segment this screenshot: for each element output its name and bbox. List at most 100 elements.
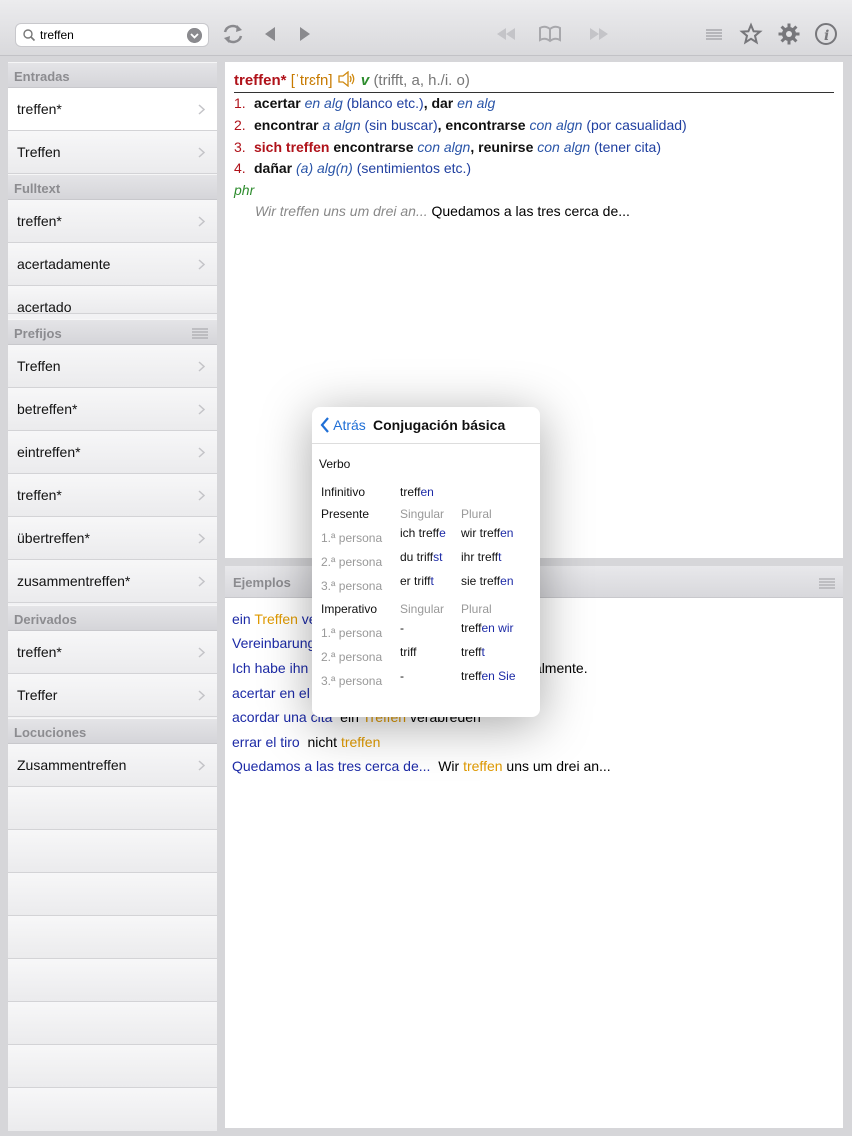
definition-text: con algn bbox=[529, 117, 583, 133]
conj-form: - bbox=[400, 669, 404, 683]
definition: 2. encontrar a algn (sin buscar), encontr… bbox=[234, 117, 687, 133]
singular-header: Singular bbox=[400, 507, 445, 521]
sidebar-item-derivado[interactable]: treffen* bbox=[8, 631, 217, 674]
search-input[interactable]: treffen bbox=[40, 28, 74, 42]
example-text: acertar en el bbox=[232, 685, 310, 701]
definition-text: con algn bbox=[417, 139, 471, 155]
info-icon[interactable]: i bbox=[814, 22, 838, 46]
section-header-fulltext: Fulltext bbox=[8, 174, 217, 200]
next-entry-icon[interactable] bbox=[587, 22, 611, 46]
conj-form: sie treffen bbox=[461, 574, 514, 588]
sidebar-item-prefijo[interactable]: betreffen* bbox=[8, 388, 217, 431]
singular-header: Singular bbox=[400, 602, 445, 616]
sidebar-item-fulltext[interactable]: treffen* bbox=[8, 200, 217, 243]
headword: treffen* bbox=[234, 72, 287, 89]
definition-text: (por casualidad) bbox=[586, 117, 687, 133]
menu-lines-icon[interactable] bbox=[192, 327, 208, 339]
popover-title: Conjugación básica bbox=[373, 417, 506, 433]
sidebar-item-fulltext[interactable]: acertado bbox=[8, 286, 217, 314]
sidebar-item-prefijo[interactable]: übertreffen* bbox=[8, 517, 217, 560]
chevron-right-icon bbox=[198, 104, 205, 115]
chevron-left-icon bbox=[320, 417, 329, 433]
part-of-speech: v bbox=[360, 72, 370, 89]
back-arrow-icon[interactable] bbox=[258, 22, 282, 46]
example-text: Quedamos a las tres cerca de... bbox=[232, 758, 431, 774]
verbo-label: Verbo bbox=[319, 457, 351, 471]
entry-header: treffen* [ˈtrɛfn] v (trifft, a, h./i. o) bbox=[234, 70, 834, 93]
menu-lines-icon[interactable] bbox=[819, 577, 835, 589]
toolbar: treffen i bbox=[0, 0, 852, 56]
definition-text: (blanco etc.) bbox=[346, 95, 424, 111]
popover-header: Atrás Conjugación básica bbox=[312, 407, 540, 444]
example-text: uns um drei an... bbox=[502, 758, 611, 774]
plural-header: Plural bbox=[461, 507, 492, 521]
search-field[interactable]: treffen bbox=[15, 23, 209, 47]
conj-form: er trifft bbox=[400, 574, 434, 588]
gear-icon[interactable] bbox=[777, 22, 801, 46]
chevron-right-icon bbox=[198, 361, 205, 372]
section-header-locuciones: Locuciones bbox=[8, 718, 217, 744]
definition-text: en alg bbox=[457, 95, 496, 111]
person-label: 2.ª persona bbox=[321, 555, 383, 569]
sidebar-item-prefijo[interactable]: Treffen bbox=[8, 345, 217, 388]
chevron-right-icon bbox=[198, 760, 205, 771]
definition-text: sich treffen bbox=[254, 139, 330, 155]
person-label: 1.ª persona bbox=[321, 626, 383, 640]
empty-row bbox=[8, 1045, 217, 1088]
sidebar-item-fulltext[interactable]: acertadamente bbox=[8, 243, 217, 286]
definition-text: encontrar bbox=[254, 117, 319, 133]
conj-form: triff bbox=[400, 645, 417, 659]
history-dropdown-icon[interactable] bbox=[187, 28, 202, 43]
star-icon[interactable] bbox=[739, 22, 763, 46]
sidebar-item-prefijo[interactable]: treffen* bbox=[8, 474, 217, 517]
definition-number: 4. bbox=[234, 160, 246, 176]
definition-text: encontrarse bbox=[333, 139, 414, 155]
example-line[interactable]: ein Treffen ve bbox=[232, 611, 317, 627]
sidebar-item-prefijo[interactable]: eintreffen* bbox=[8, 431, 217, 474]
person-label: 3.ª persona bbox=[321, 674, 383, 688]
previous-entry-icon[interactable] bbox=[494, 22, 518, 46]
chevron-right-icon bbox=[198, 447, 205, 458]
back-button[interactable]: Atrás bbox=[320, 417, 366, 433]
sidebar-item-derivado[interactable]: Treffer bbox=[8, 674, 217, 717]
phrase-label: phr bbox=[234, 182, 255, 198]
speaker-icon[interactable] bbox=[337, 70, 357, 88]
chevron-right-icon bbox=[198, 216, 205, 227]
definition-text: a algn bbox=[322, 117, 361, 133]
sidebar-item-entry[interactable]: treffen* bbox=[8, 88, 217, 131]
book-icon[interactable] bbox=[538, 22, 562, 46]
example-line[interactable]: Quedamos a las tres cerca de... Wir tref… bbox=[232, 758, 611, 774]
conj-form: ihr trefft bbox=[461, 550, 502, 564]
sidebar-item-locucion[interactable]: Zusammentreffen bbox=[8, 744, 217, 787]
section-header-derivados: Derivados bbox=[8, 605, 217, 631]
definition: 3. sich treffen encontrarse con algn, reu… bbox=[234, 139, 661, 155]
empty-row bbox=[8, 1088, 217, 1131]
example-text: treffen bbox=[463, 758, 503, 774]
definition-text: en alg bbox=[304, 95, 343, 111]
example-text: Vereinbarung bbox=[232, 635, 316, 651]
search-icon bbox=[23, 29, 36, 42]
presente-label: Presente bbox=[321, 507, 370, 521]
person-label: 3.ª persona bbox=[321, 579, 383, 593]
definition-text: , dar bbox=[423, 95, 454, 111]
list-icon[interactable] bbox=[702, 22, 726, 46]
forward-arrow-icon[interactable] bbox=[293, 22, 317, 46]
sync-icon[interactable] bbox=[221, 22, 245, 46]
sidebar-item-prefijo[interactable]: zusammentreffen* bbox=[8, 560, 217, 603]
definition-number: 3. bbox=[234, 139, 246, 155]
example-line[interactable]: Vereinbarung bbox=[232, 635, 315, 651]
chevron-right-icon bbox=[198, 576, 205, 587]
pronunciation: [ˈtrɛfn] bbox=[290, 72, 333, 89]
definition-text: dañar bbox=[254, 160, 293, 176]
chevron-right-icon bbox=[198, 647, 205, 658]
definition-number: 2. bbox=[234, 117, 246, 133]
person-label: 1.ª persona bbox=[321, 531, 383, 545]
conj-form: treffen wir bbox=[461, 621, 514, 635]
sidebar-item-entry[interactable]: Treffen bbox=[8, 131, 217, 174]
example-line[interactable]: acertar en el bbox=[232, 685, 310, 701]
example-line[interactable]: errar el tiro nicht treffen bbox=[232, 734, 380, 750]
chevron-right-icon bbox=[198, 533, 205, 544]
definition-text: (sentimientos etc.) bbox=[356, 160, 472, 176]
definition-text: (a) alg(n) bbox=[296, 160, 353, 176]
grammar-info: (trifft, a, h./i. o) bbox=[373, 72, 470, 89]
